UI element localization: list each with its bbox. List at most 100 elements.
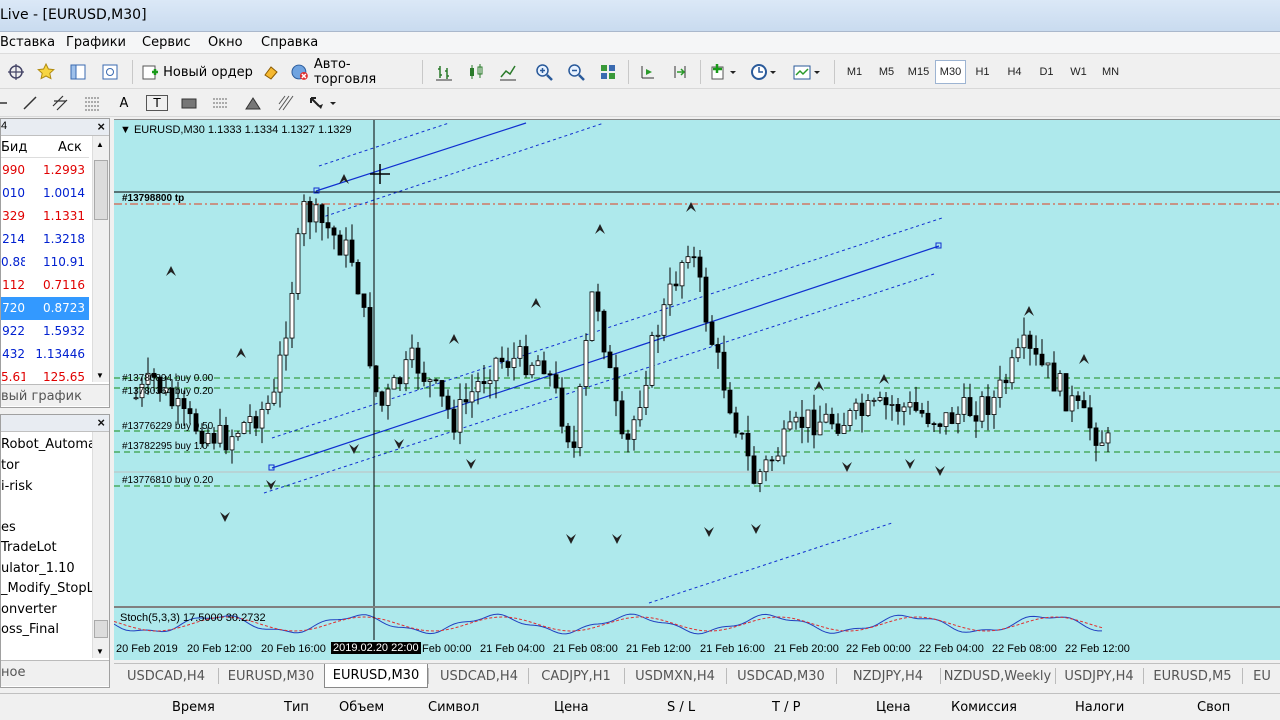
stochastic-subwindow[interactable]: Stoch(5,3,3) 17.5000 30.2732	[114, 606, 1280, 640]
fibo-fan-icon[interactable]	[208, 91, 232, 115]
auto-scroll-icon[interactable]	[668, 60, 692, 84]
bar-chart-icon[interactable]	[432, 60, 456, 84]
equidistant-channel-icon[interactable]	[48, 91, 72, 115]
order-level-label[interactable]: #13782295 buy 1.0	[122, 441, 208, 452]
templates-icon[interactable]	[790, 60, 824, 84]
timeframe-m15[interactable]: M15	[903, 60, 934, 84]
chart-shift-icon[interactable]	[636, 60, 660, 84]
timeframe-m30[interactable]: M30	[935, 60, 966, 84]
market-watch-row[interactable]: 990 1.2993	[1, 159, 89, 182]
market-watch-row[interactable]: 432 1.13446	[1, 343, 89, 366]
navigator-window-icon[interactable]	[66, 60, 90, 84]
timeframe-m1[interactable]: M1	[839, 60, 870, 84]
chart-tab[interactable]: USDCAD,H4	[430, 664, 528, 688]
zoom-window-icon[interactable]	[98, 60, 122, 84]
horizontal-line-icon[interactable]	[0, 91, 10, 115]
timeframe-m5[interactable]: M5	[871, 60, 902, 84]
order-level-label[interactable]: #13798800 tp	[122, 193, 184, 204]
column-bid[interactable]: Бид	[1, 140, 27, 155]
order-level-label[interactable]: #13780364 buy 0.20	[122, 386, 213, 397]
menu-help[interactable]: Справка	[261, 35, 318, 50]
scroll-thumb[interactable]	[94, 160, 108, 220]
navigator-scrollbar[interactable]: ▼	[92, 432, 109, 658]
new-order-button[interactable]: Новый ордер	[138, 60, 256, 84]
navigator-item[interactable]: i-risk	[1, 479, 33, 494]
chart-tab[interactable]: EU	[1242, 664, 1280, 688]
line-chart-icon[interactable]	[496, 60, 520, 84]
terminal-column-header[interactable]: Налоги	[1075, 700, 1124, 715]
terminal-column-header[interactable]: Объем	[339, 700, 384, 715]
tab-common[interactable]: ное	[1, 665, 25, 680]
column-ask[interactable]: Аск	[58, 140, 82, 155]
chart-tab[interactable]: EURUSD,M30	[324, 664, 428, 688]
navigator-item[interactable]: tor	[1, 458, 19, 473]
close-icon[interactable]: ×	[97, 119, 105, 134]
terminal-column-header[interactable]: Своп	[1197, 700, 1230, 715]
terminal-column-header[interactable]: Тип	[284, 700, 309, 715]
scroll-thumb[interactable]	[94, 620, 108, 638]
favorites-star-icon[interactable]	[34, 60, 58, 84]
terminal-column-header[interactable]: T / P	[772, 700, 800, 715]
navigator-item[interactable]: Robot_Automa	[1, 437, 96, 452]
terminal-column-header[interactable]: Время	[172, 700, 215, 715]
timeframe-mn[interactable]: MN	[1095, 60, 1126, 84]
order-level-label[interactable]: #13776810 buy 0.20	[122, 475, 213, 486]
candlestick-chart-icon[interactable]	[464, 60, 488, 84]
text-label-tool-button[interactable]: T	[146, 95, 168, 111]
navigator-item[interactable]: onverter	[1, 602, 57, 617]
terminal-column-header[interactable]: Цена	[554, 700, 589, 715]
triangle-icon[interactable]	[242, 91, 264, 115]
fibonacci-icon[interactable]	[80, 91, 104, 115]
zoom-out-icon[interactable]	[564, 60, 588, 84]
chart-collapse-icon[interactable]: ▼	[120, 124, 134, 136]
rectangle-icon[interactable]	[178, 91, 200, 115]
menu-tools[interactable]: Сервис	[142, 35, 191, 50]
text-tool-button[interactable]: A	[114, 91, 134, 115]
navigator-item[interactable]: TradeLot	[1, 540, 57, 555]
timeframe-w1[interactable]: W1	[1063, 60, 1094, 84]
navigator-item[interactable]: ulator_1.10	[1, 561, 75, 576]
market-watch-row[interactable]: 329 1.1331	[1, 205, 89, 228]
timeframe-h4[interactable]: H4	[999, 60, 1030, 84]
price-chart[interactable]: ▼ EURUSD,M30 1.1333 1.1334 1.1327 1.1329…	[114, 119, 1280, 607]
chart-tab[interactable]: EURUSD,M30	[218, 664, 324, 688]
price-chart-canvas[interactable]	[114, 120, 1280, 607]
market-watch-row[interactable]: 922 1.5932	[1, 320, 89, 343]
chart-tab[interactable]: USDCAD,H4	[114, 664, 218, 688]
market-watch-row[interactable]: 0.88 110.91	[1, 251, 89, 274]
chart-tab[interactable]: EURUSD,M5	[1143, 664, 1242, 688]
menu-window[interactable]: Окно	[208, 35, 243, 50]
chart-tab[interactable]: USDJPY,H4	[1055, 664, 1143, 688]
timeframe-h1[interactable]: H1	[967, 60, 998, 84]
navigator-item[interactable]: _Modify_StopL	[1, 581, 94, 596]
menu-charts[interactable]: Графики	[66, 35, 126, 50]
terminal-column-header[interactable]: Цена	[876, 700, 911, 715]
market-watch-scrollbar[interactable]: ▲ ▼	[92, 136, 109, 382]
terminal-column-header[interactable]: S / L	[667, 700, 695, 715]
close-icon[interactable]: ×	[97, 415, 105, 430]
chart-tab[interactable]: CADJPY,H1	[528, 664, 624, 688]
tile-windows-icon[interactable]	[596, 60, 620, 84]
gann-lines-icon[interactable]	[274, 91, 298, 115]
chart-tab[interactable]: USDMXN,H4	[624, 664, 726, 688]
arrows-dropdown-icon[interactable]	[306, 91, 340, 115]
market-watch-row[interactable]: 214 1.3218	[1, 228, 89, 251]
metaeditor-icon[interactable]	[260, 60, 282, 84]
timeframe-d1[interactable]: D1	[1031, 60, 1062, 84]
tab-new-chart[interactable]: вый график	[1, 389, 82, 404]
market-watch-row[interactable]: 112 0.7116	[1, 274, 89, 297]
terminal-column-header[interactable]: Символ	[428, 700, 479, 715]
order-level-label[interactable]: #13776229 buy 0.50	[122, 421, 213, 432]
market-watch-row[interactable]: 010 1.0014	[1, 182, 89, 205]
chart-tab[interactable]: USDCAD,M30	[726, 664, 836, 688]
navigator-item[interactable]: oss_Final	[1, 622, 59, 637]
indicators-dropdown-icon[interactable]	[708, 60, 740, 84]
auto-trading-button[interactable]: Авто-торговля	[290, 57, 412, 87]
chart-tab[interactable]: NZDJPY,H4	[836, 664, 940, 688]
terminal-column-header[interactable]: Комиссия	[951, 700, 1017, 715]
navigator-item[interactable]: es	[1, 520, 16, 535]
chart-tab[interactable]: NZDUSD,Weekly	[940, 664, 1055, 688]
market-watch-row[interactable]: 720 0.8723	[1, 297, 89, 320]
trendline-icon[interactable]	[18, 91, 42, 115]
crosshair-icon[interactable]	[4, 60, 28, 84]
